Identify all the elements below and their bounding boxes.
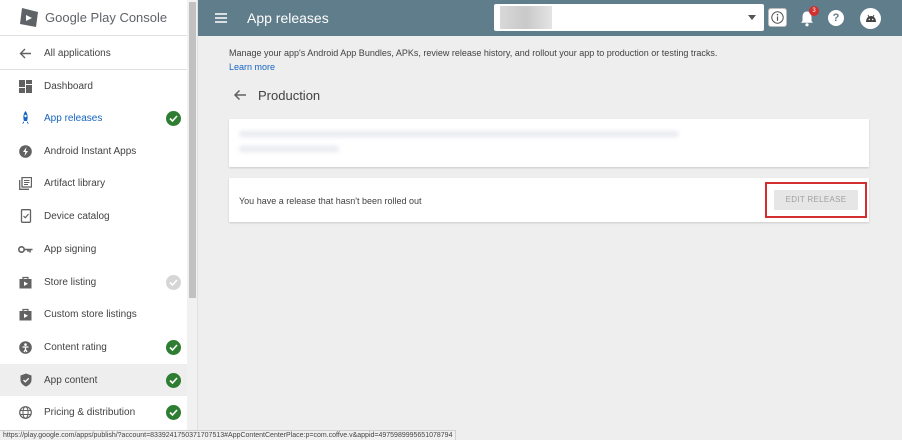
key-icon	[18, 242, 33, 257]
redacted-text	[239, 131, 679, 137]
sidebar-item-label: App signing	[44, 243, 97, 255]
brand-name: Google Play Console	[45, 10, 168, 25]
sidebar-item-label: Store listing	[44, 276, 97, 288]
sidebar-item-label: Dashboard	[44, 80, 93, 92]
rocket-icon	[18, 111, 33, 126]
status-bar-url: https://play.google.com/apps/publish/?ac…	[0, 430, 457, 440]
arrow-back-icon	[18, 46, 33, 61]
sidebar-item-app-releases[interactable]: App releases	[0, 102, 187, 134]
check-complete-icon	[166, 404, 181, 420]
sidebar-item-device-catalog[interactable]: Device catalog	[0, 200, 187, 232]
all-applications-link[interactable]: All applications	[0, 37, 187, 69]
sidebar-item-pricing-distribution[interactable]: Pricing & distribution	[0, 396, 187, 428]
app-selector[interactable]	[494, 4, 764, 31]
sidebar-item-dashboard[interactable]: Dashboard	[0, 70, 187, 102]
device-icon	[18, 209, 33, 224]
rating-icon	[18, 340, 33, 355]
info-icon[interactable]	[768, 8, 787, 27]
edit-release-button[interactable]: EDIT RELEASE	[774, 190, 858, 210]
instant-apps-icon	[18, 144, 33, 159]
globe-icon	[18, 405, 33, 420]
sidebar-scrollbar-thumb[interactable]	[189, 2, 196, 298]
main-content: Manage your app's Android App Bundles, A…	[198, 36, 902, 430]
shield-icon	[18, 373, 33, 388]
release-summary-card	[229, 119, 869, 167]
chevron-down-icon	[748, 15, 756, 20]
check-incomplete-icon	[166, 274, 181, 290]
page-description: Manage your app's Android App Bundles, A…	[229, 48, 718, 58]
app-icon-redacted	[500, 6, 552, 29]
sidebar-item-label: Custom store listings	[44, 308, 137, 320]
play-console-logo-icon	[20, 7, 38, 27]
page-title: Production	[258, 88, 321, 103]
menu-icon[interactable]	[214, 11, 228, 25]
help-icon[interactable]: ?	[828, 10, 844, 26]
learn-more-link[interactable]: Learn more	[229, 62, 275, 72]
sidebar-item-android-instant-apps[interactable]: Android Instant Apps	[0, 135, 187, 167]
store-icon	[18, 307, 33, 322]
sidebar: Google Play Console All applications Das…	[0, 0, 198, 440]
sidebar-item-label: Android Instant Apps	[44, 145, 137, 157]
sidebar-item-label: Artifact library	[44, 177, 106, 189]
sidebar-item-custom-store-listings[interactable]: Custom store listings	[0, 298, 187, 330]
redacted-text	[239, 146, 339, 152]
store-icon	[18, 275, 33, 290]
library-icon	[18, 176, 33, 191]
check-complete-icon	[166, 339, 181, 355]
sidebar-item-label: Content rating	[44, 341, 107, 353]
check-complete-icon	[166, 372, 181, 388]
all-applications-label: All applications	[44, 47, 111, 59]
release-notice-card: You have a release that hasn't been roll…	[229, 178, 869, 222]
sidebar-scrollbar[interactable]	[187, 0, 197, 440]
sidebar-item-label: App releases	[44, 112, 103, 124]
page-section-title: App releases	[247, 10, 329, 26]
sidebar-item-artifact-library[interactable]: Artifact library	[0, 167, 187, 199]
avatar[interactable]	[860, 8, 881, 29]
dashboard-icon	[18, 79, 33, 94]
sidebar-item-content-rating[interactable]: Content rating	[0, 331, 187, 363]
top-app-bar: App releases 3 ?	[198, 0, 902, 36]
notification-count-badge: 3	[809, 6, 819, 16]
release-notice-text: You have a release that hasn't been roll…	[239, 196, 422, 206]
highlight-frame: EDIT RELEASE	[765, 182, 867, 218]
brand[interactable]: Google Play Console	[0, 0, 187, 36]
check-complete-icon	[166, 110, 181, 126]
sidebar-item-label: Device catalog	[44, 210, 110, 222]
sidebar-item-label: App content	[44, 374, 98, 386]
sidebar-item-app-content[interactable]: App content	[0, 364, 187, 396]
arrow-back-icon[interactable]	[233, 88, 247, 102]
sidebar-item-app-signing[interactable]: App signing	[0, 233, 187, 265]
sidebar-item-store-listing[interactable]: Store listing	[0, 266, 187, 298]
sidebar-item-label: Pricing & distribution	[44, 406, 136, 418]
